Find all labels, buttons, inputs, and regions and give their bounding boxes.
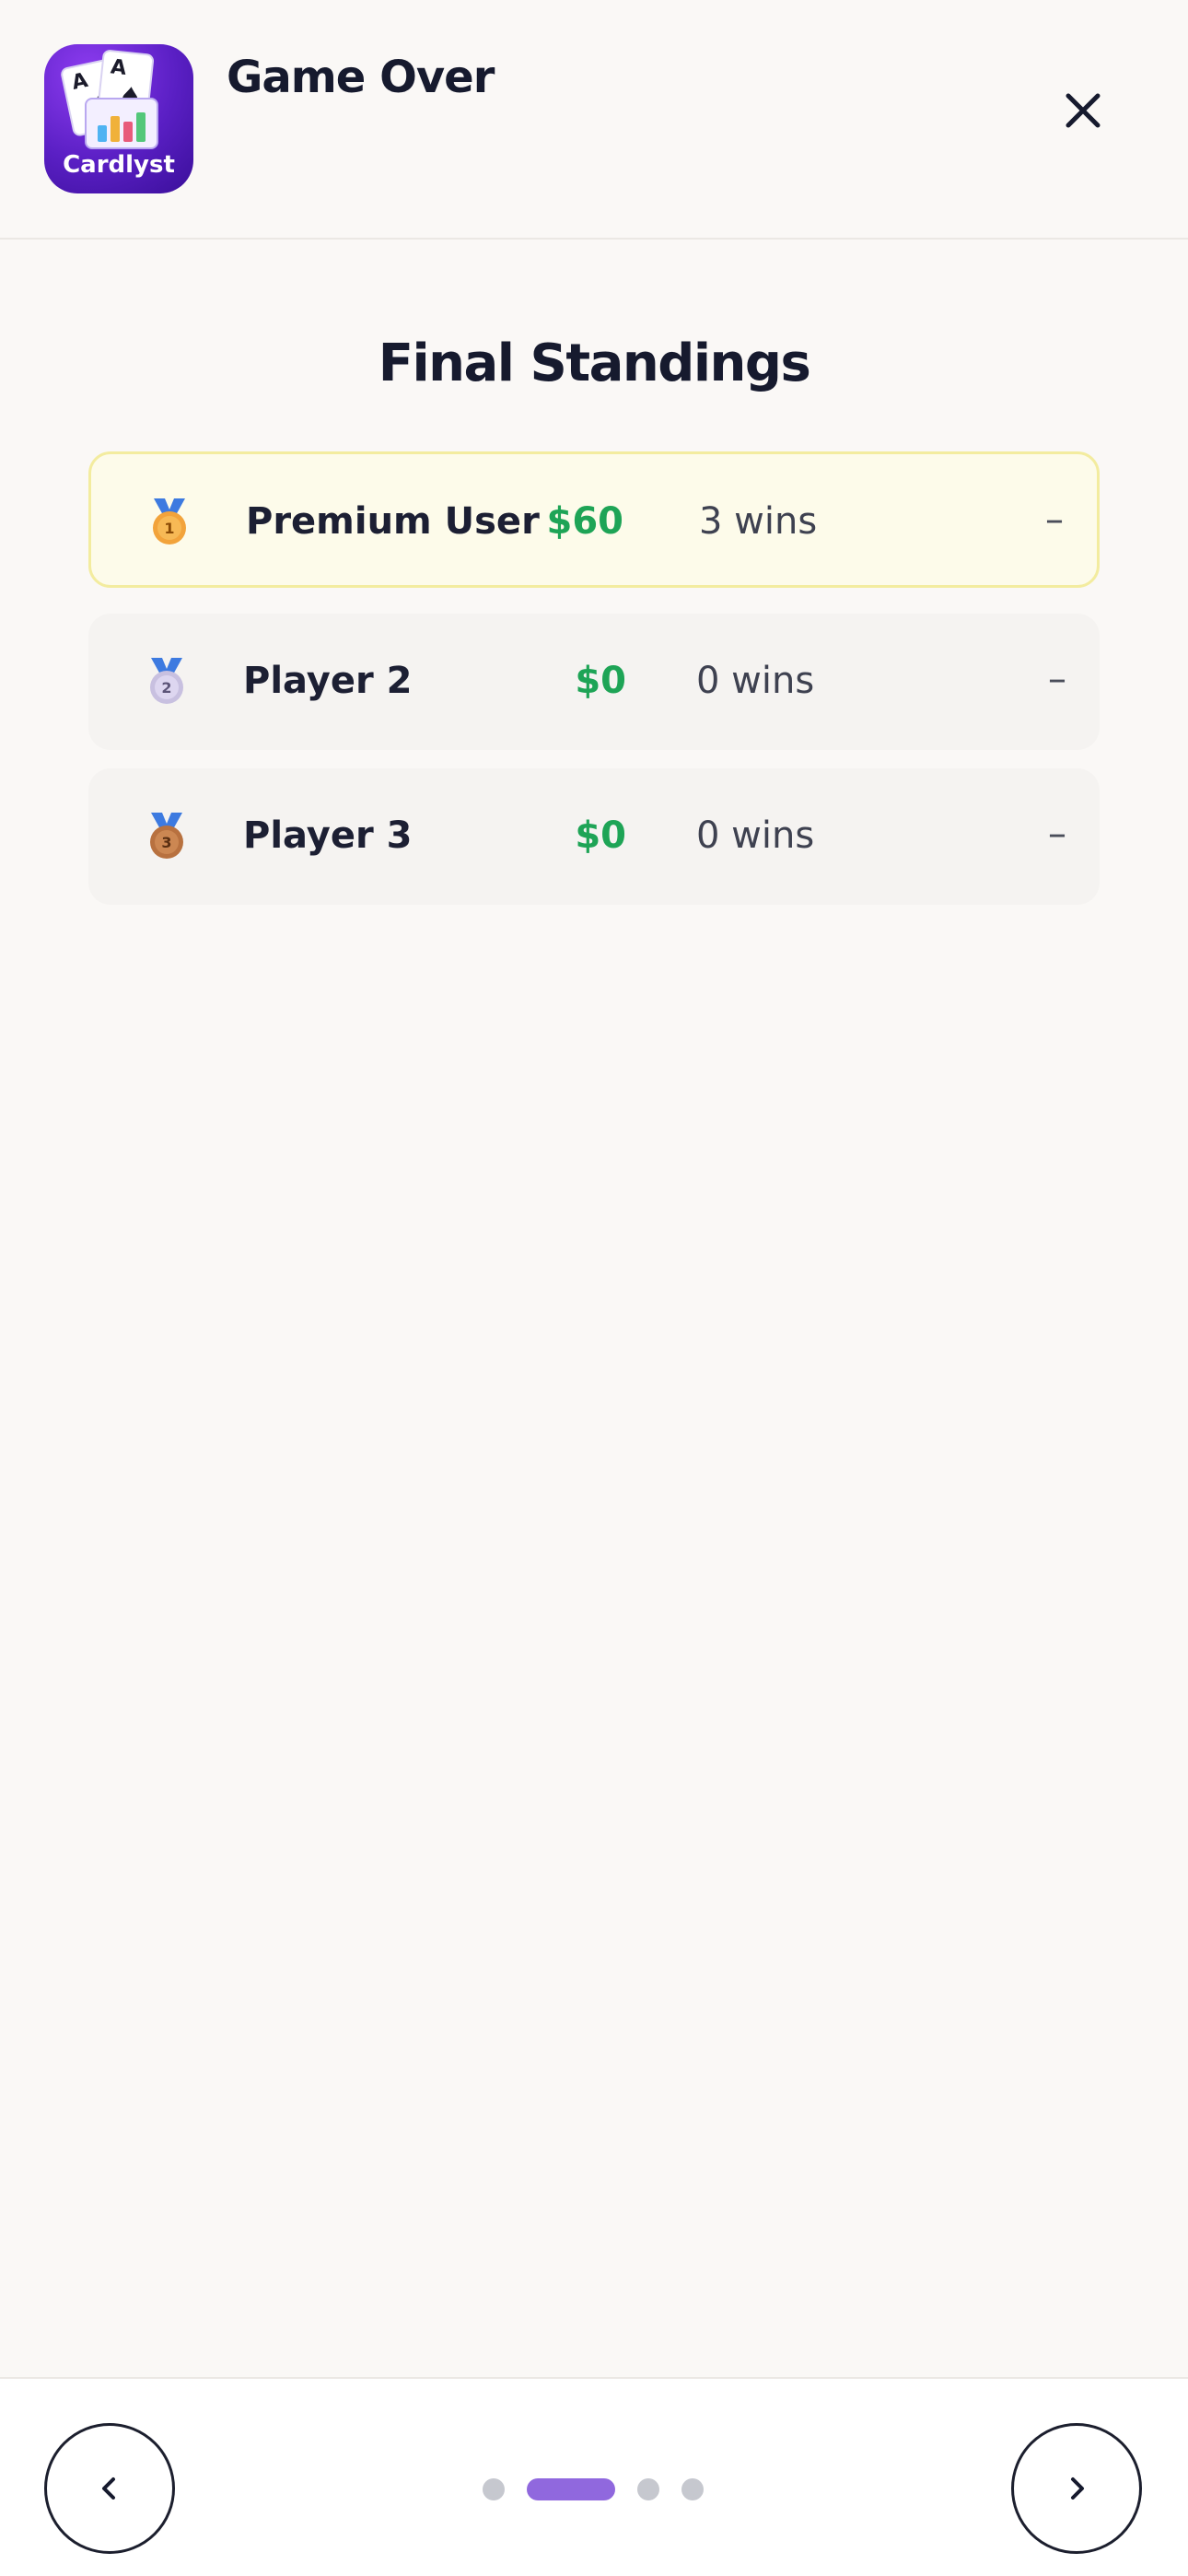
player-wins: 0 wins	[696, 814, 815, 857]
app-logo: A♠ A♠ Cardlyst	[44, 44, 193, 193]
svg-text:3: 3	[161, 834, 171, 851]
player-money: $0	[575, 660, 626, 702]
player-delta: –	[1045, 498, 1064, 541]
page-indicator	[0, 2478, 1188, 2500]
logo-chart-icon	[85, 98, 158, 149]
player-name: Player 3	[243, 814, 413, 857]
player-delta: –	[1048, 813, 1066, 855]
standing-row: 1 Premium User $60 3 wins –	[88, 451, 1100, 588]
standing-row: 2 Player 2 $0 0 wins –	[88, 614, 1100, 750]
page-dot[interactable]	[483, 2478, 505, 2500]
svg-text:1: 1	[164, 520, 174, 537]
medal-silver-icon: 2	[150, 658, 183, 704]
close-icon	[1066, 93, 1101, 128]
page-dot-active[interactable]	[527, 2478, 615, 2500]
svg-text:2: 2	[161, 679, 171, 697]
game-over-screen: A♠ A♠ Cardlyst Game Over Final Standings…	[0, 0, 1188, 2576]
player-name: Premium User	[246, 500, 540, 543]
next-button[interactable]	[1011, 2423, 1142, 2554]
standing-row: 3 Player 3 $0 0 wins –	[88, 768, 1100, 905]
footer-nav	[0, 2377, 1188, 2576]
player-money: $60	[546, 500, 624, 543]
section-title: Final Standings	[378, 334, 811, 393]
player-delta: –	[1048, 658, 1066, 700]
player-wins: 0 wins	[696, 660, 815, 702]
chevron-right-icon	[1071, 2477, 1084, 2500]
page-dot[interactable]	[681, 2478, 704, 2500]
close-button[interactable]	[1050, 77, 1116, 144]
player-wins: 3 wins	[699, 500, 818, 543]
medal-bronze-icon: 3	[150, 813, 183, 859]
page-dot[interactable]	[637, 2478, 659, 2500]
player-money: $0	[575, 814, 626, 857]
medal-gold-icon: 1	[153, 498, 186, 544]
header: A♠ A♠ Cardlyst Game Over	[0, 0, 1188, 240]
player-name: Player 2	[243, 660, 413, 702]
page-title: Game Over	[227, 52, 495, 103]
app-logo-text: Cardlyst	[63, 151, 175, 179]
